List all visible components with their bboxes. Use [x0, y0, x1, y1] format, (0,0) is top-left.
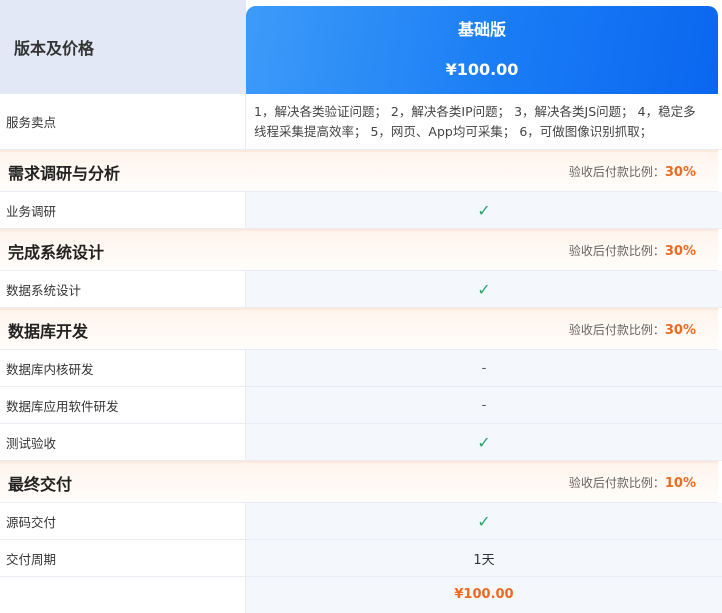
feature-value-cell: ✓	[246, 424, 722, 460]
section-title: 需求调研与分析	[8, 163, 121, 183]
feature-row: 源码交付 ✓	[0, 503, 722, 540]
feature-row: 测试验收 ✓	[0, 424, 722, 461]
payment-ratio-percent: 30%	[664, 244, 696, 259]
feature-label: 数据系统设计	[0, 271, 246, 307]
section-header: 完成系统设计 验收后付款比例：30%	[0, 229, 718, 271]
payment-ratio-label: 验收后付款比例：	[568, 244, 665, 258]
check-icon: ✓	[477, 432, 491, 452]
payment-ratio-label: 验收后付款比例：	[568, 323, 665, 337]
plan-card-basic[interactable]: 基础版 ¥100.00	[246, 6, 718, 94]
payment-ratio-percent: 30%	[664, 323, 696, 338]
payment-ratio-percent: 10%	[664, 476, 696, 491]
payment-ratio-percent: 30%	[664, 165, 696, 180]
section-header: 最终交付 验收后付款比例：10%	[0, 461, 718, 503]
section-header: 需求调研与分析 验收后付款比例：30%	[0, 150, 718, 192]
total-row: ¥100.00	[0, 577, 722, 613]
selling-points-row: 服务卖点 1，解决各类验证问题； 2，解决各类IP问题； 3，解决各类JS问题；…	[0, 94, 722, 150]
feature-label: 业务调研	[0, 192, 246, 228]
feature-label: 数据库应用软件研发	[0, 387, 246, 423]
total-label	[0, 577, 246, 613]
payment-ratio: 验收后付款比例：30%	[569, 321, 696, 338]
feature-row: 交付周期 1天	[0, 540, 722, 577]
plan-name: 基础版	[457, 19, 506, 39]
payment-ratio: 验收后付款比例：30%	[569, 242, 696, 259]
selling-points-text: 1，解决各类验证问题； 2，解决各类IP问题； 3，解决各类JS问题； 4，稳定…	[246, 94, 722, 149]
feature-row: 数据库内核研发 -	[0, 350, 722, 387]
selling-points-label: 服务卖点	[0, 94, 246, 149]
feature-value-cell: ✓	[246, 503, 722, 539]
feature-label: 数据库内核研发	[0, 350, 246, 386]
feature-value: -	[481, 397, 487, 413]
feature-value-cell: 1天	[246, 540, 722, 576]
feature-row: 数据库应用软件研发 -	[0, 387, 722, 424]
feature-label: 源码交付	[0, 503, 246, 539]
total-value: ¥100.00	[246, 577, 722, 613]
payment-ratio: 验收后付款比例：30%	[569, 163, 696, 180]
pricing-table: 版本及价格 基础版 ¥100.00 服务卖点 1，解决各类验证问题； 2，解决各…	[0, 0, 722, 613]
feature-value: -	[481, 360, 487, 376]
feature-value-cell: -	[246, 387, 722, 423]
sections-container: 需求调研与分析 验收后付款比例：30% 业务调研 ✓ 完成系统设计 验收后付款比例：30%…	[0, 150, 722, 577]
total-price: ¥100.00	[454, 587, 514, 602]
feature-label: 交付周期	[0, 540, 246, 576]
section-title: 数据库开发	[8, 321, 89, 341]
section-header: 数据库开发 验收后付款比例：30%	[0, 308, 718, 350]
header-row: 版本及价格 基础版 ¥100.00	[0, 0, 722, 94]
payment-ratio-label: 验收后付款比例：	[568, 476, 665, 490]
feature-row: 数据系统设计 ✓	[0, 271, 722, 308]
plan-price: ¥100.00	[445, 59, 519, 79]
feature-label: 测试验收	[0, 424, 246, 460]
check-icon: ✓	[477, 200, 491, 220]
check-icon: ✓	[477, 279, 491, 299]
payment-ratio-label: 验收后付款比例：	[568, 165, 665, 179]
feature-value: 1天	[473, 552, 495, 568]
feature-value-cell: -	[246, 350, 722, 386]
section-title: 完成系统设计	[8, 242, 105, 262]
check-icon: ✓	[477, 511, 491, 531]
table-title: 版本及价格	[0, 0, 246, 94]
feature-value-cell: ✓	[246, 271, 722, 307]
feature-row: 业务调研 ✓	[0, 192, 722, 229]
section-title: 最终交付	[8, 474, 73, 494]
feature-value-cell: ✓	[246, 192, 722, 228]
payment-ratio: 验收后付款比例：10%	[569, 474, 696, 491]
